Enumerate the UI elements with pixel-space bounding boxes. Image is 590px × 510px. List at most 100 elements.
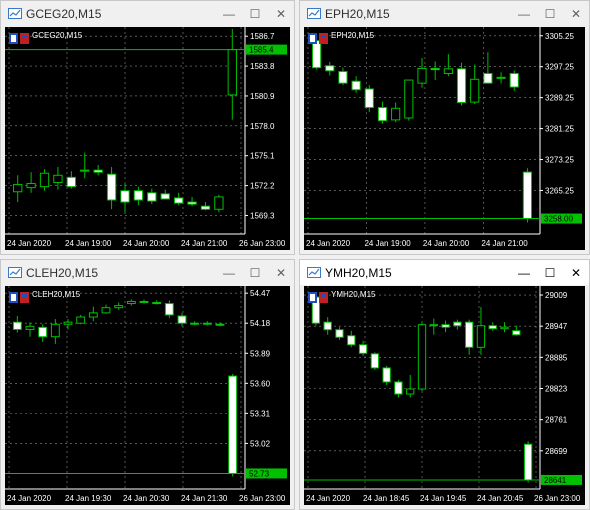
candle-body: [347, 335, 356, 346]
candle: [53, 167, 63, 190]
candle-body: [382, 367, 391, 383]
candle-body: [351, 80, 361, 91]
candle-body: [456, 68, 467, 103]
title-bar[interactable]: EPH20,M15 — ☐ ✕: [300, 1, 589, 26]
candle: [338, 67, 348, 86]
close-button[interactable]: ✕: [268, 260, 294, 285]
y-tick-label: 3297.25: [545, 63, 574, 72]
minimize-button[interactable]: —: [511, 1, 537, 26]
chart-area[interactable]: 3305.25 3297.25 3289.25 3281.25 3273.25 3265.…: [304, 27, 585, 250]
y-tick-label: 53.89: [250, 349, 271, 358]
candle: [202, 321, 212, 326]
maximize-button[interactable]: ☐: [242, 260, 268, 285]
candle: [500, 322, 509, 333]
x-tick-label: 26 Jan 23:00: [239, 239, 286, 248]
y-tick-label: 1572.2: [250, 182, 275, 191]
candle-body: [509, 72, 519, 88]
close-button[interactable]: ✕: [563, 1, 589, 26]
candle: [120, 183, 130, 214]
candle: [417, 322, 427, 392]
chart-window-eph20[interactable]: EPH20,M15 — ☐ ✕ 3305.25 3297.25 3289.25 328…: [299, 0, 590, 255]
close-button[interactable]: ✕: [563, 260, 589, 285]
x-tick-label: 24 Jan 19:00: [65, 239, 112, 248]
candle-body: [190, 322, 200, 325]
candle: [200, 202, 211, 211]
candle-body: [25, 325, 35, 330]
candle: [88, 306, 98, 322]
candle: [523, 441, 533, 483]
window-title: EPH20,M15: [325, 6, 390, 21]
y-tick-label: 3273.25: [545, 156, 574, 165]
candle-body: [200, 205, 211, 210]
price-chart[interactable]: 54.47 54.18 53.89 53.60 53.31 53.02 24 Jan 202…: [5, 286, 290, 505]
candle: [470, 64, 480, 105]
candle: [483, 52, 493, 84]
candle-body: [312, 40, 322, 69]
candle: [187, 196, 197, 207]
candle: [404, 79, 414, 121]
candle-body: [488, 325, 497, 330]
minimize-button[interactable]: —: [511, 260, 537, 285]
price-chart[interactable]: 3305.25 3297.25 3289.25 3281.25 3273.25 3265.…: [304, 27, 585, 250]
candle: [512, 325, 521, 336]
chart-window-gceg20[interactable]: GCEG20,M15 — ☐ ✕ 1586.7 1583.8 1580.9 1578.…: [0, 0, 295, 255]
y-tick-label: 3305.25: [545, 32, 574, 41]
candle: [26, 172, 36, 193]
candle: [173, 192, 184, 206]
chart-area[interactable]: 1586.7 1583.8 1580.9 1578.0 1575.1 1572.2 1569…: [5, 27, 290, 250]
candle-body: [106, 173, 117, 201]
candle-body: [377, 107, 388, 122]
close-button[interactable]: ✕: [268, 1, 294, 26]
candle: [441, 320, 450, 333]
window-title: CLEH20,M15: [26, 265, 99, 280]
candle: [133, 186, 144, 206]
window-title: GCEG20,M15: [26, 6, 102, 21]
candle: [335, 327, 344, 340]
candle-body: [133, 190, 144, 201]
minimize-button[interactable]: —: [216, 260, 242, 285]
price-chart[interactable]: 29009 28947 28885 28823 28761 28699 24 Jan 202…: [304, 286, 585, 505]
y-tick-label: 53.60: [250, 379, 271, 388]
maximize-button[interactable]: ☐: [242, 1, 268, 26]
candle: [164, 300, 174, 319]
price-chart[interactable]: 1586.7 1583.8 1580.9 1578.0 1575.1 1572.2 1569…: [5, 27, 290, 250]
chart-symbol-label: YMH20,M15: [331, 290, 376, 299]
maximize-button[interactable]: ☐: [537, 1, 563, 26]
y-tick-label: 28699: [545, 447, 568, 456]
symbol-flag-icon: [308, 33, 328, 44]
chart-area[interactable]: 54.47 54.18 53.89 53.60 53.31 53.02 24 Jan 202…: [5, 286, 290, 505]
candle-body: [215, 323, 225, 326]
minimize-button[interactable]: —: [216, 1, 242, 26]
candle-body: [187, 201, 197, 205]
title-bar[interactable]: YMH20,M15 — ☐ ✕: [300, 260, 589, 285]
maximize-button[interactable]: ☐: [537, 260, 563, 285]
candle-body: [404, 79, 414, 119]
x-tick-label: 24 Jan 18:45: [363, 494, 410, 503]
candle-body: [406, 388, 415, 395]
x-tick-label: 24 Jan 2020: [306, 494, 351, 503]
y-tick-label: 1580.9: [250, 92, 275, 101]
candle-body: [523, 443, 533, 481]
y-tick-label: 28761: [545, 416, 568, 425]
chart-area[interactable]: 29009 28947 28885 28823 28761 28699 24 Jan 202…: [304, 286, 585, 505]
chart-window-ymh20[interactable]: YMH20,M15 — ☐ ✕ 29009 28947 28885 28823 2876…: [299, 259, 590, 510]
candle: [25, 322, 35, 337]
title-bar[interactable]: CLEH20,M15 — ☐ ✕: [1, 260, 294, 285]
candle: [147, 188, 157, 205]
candle-body: [358, 344, 368, 354]
title-bar[interactable]: GCEG20,M15 — ☐ ✕: [1, 1, 294, 26]
y-tick-label: 53.31: [250, 409, 271, 418]
x-tick-label: 24 Jan 2020: [306, 239, 351, 248]
y-tick-label: 1583.8: [250, 62, 275, 71]
chart-window-cleh20[interactable]: CLEH20,M15 — ☐ ✕ 54.47 54.18 53.89 53.60 53.…: [0, 259, 295, 510]
candle-body: [114, 305, 124, 309]
candle-body: [147, 192, 157, 202]
x-tick-label: 24 Jan 20:30: [123, 494, 170, 503]
candle-body: [66, 176, 77, 188]
candle-body: [453, 321, 462, 327]
chart-window-icon: [8, 8, 22, 19]
candle-body: [470, 78, 480, 103]
chart-symbol-label: CLEH20,M15: [32, 290, 81, 299]
candle: [101, 304, 111, 314]
candle-body: [430, 67, 440, 71]
